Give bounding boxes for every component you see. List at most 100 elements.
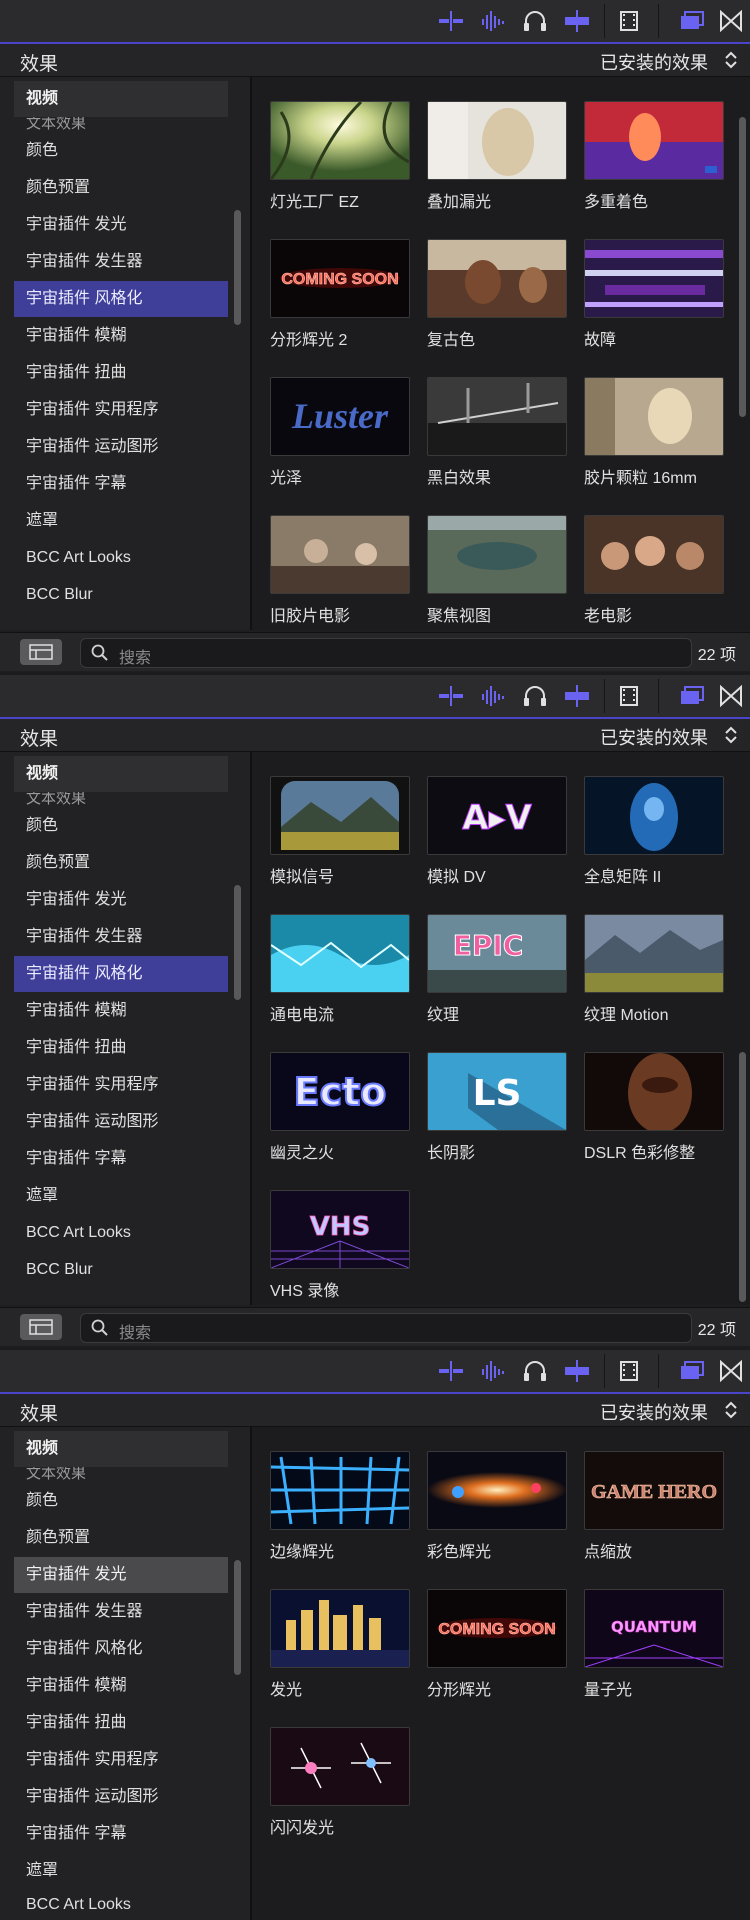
sidebar-item-motion-graphics[interactable]: 宇宙插件 运动图形	[14, 1779, 228, 1815]
effect-tile[interactable]: 彩色辉光	[427, 1451, 567, 1562]
search-input[interactable]: 搜索	[80, 1313, 692, 1343]
sidebar-item-titles[interactable]: 宇宙插件 字幕	[14, 1816, 228, 1852]
sidebar-item-stylize[interactable]: 宇宙插件 风格化	[14, 956, 228, 992]
effect-tile[interactable]: DSLR 色彩修整	[584, 1052, 724, 1163]
sidebar-item-distort[interactable]: 宇宙插件 扭曲	[14, 355, 228, 391]
sidebar-item-motion-graphics[interactable]: 宇宙插件 运动图形	[14, 429, 228, 465]
sidebar-scrollbar[interactable]	[234, 1560, 241, 1675]
sidebar-item-video[interactable]: 视频	[14, 756, 228, 792]
snapping-icon[interactable]	[562, 1359, 592, 1383]
browser-window-icon[interactable]	[676, 9, 706, 33]
sidebar-item-generators[interactable]: 宇宙插件 发生器	[14, 244, 228, 280]
effect-tile[interactable]: 灯光工厂 EZ	[270, 101, 410, 212]
effect-tile[interactable]: COMING SOON 分形辉光 2	[270, 239, 410, 350]
sidebar-item-color-presets[interactable]: 颜色预置	[14, 170, 228, 206]
effect-tile[interactable]: 胶片颗粒 16mm	[584, 377, 724, 488]
headphones-icon[interactable]	[520, 1359, 550, 1383]
sidebar-item-masks[interactable]: 遮罩	[14, 1178, 228, 1214]
video-audio-split-icon[interactable]	[436, 9, 466, 33]
effect-tile[interactable]: 模拟信号	[270, 776, 410, 887]
sidebar-item-generators[interactable]: 宇宙插件 发生器	[14, 919, 228, 955]
effect-tile[interactable]: 通电电流	[270, 914, 410, 1025]
effect-tile[interactable]: EPIC 纹理	[427, 914, 567, 1025]
sidebar-item-color-presets[interactable]: 颜色预置	[14, 1520, 228, 1556]
snapping-icon[interactable]	[562, 684, 592, 708]
sidebar-item-color[interactable]: 颜色	[14, 1483, 228, 1519]
search-input[interactable]: 搜索	[80, 638, 692, 668]
effect-tile[interactable]: Ecto 幽灵之火	[270, 1052, 410, 1163]
effect-tile[interactable]: 边缘辉光	[270, 1451, 410, 1562]
installed-effects-selector[interactable]: 已安装的效果	[600, 49, 708, 75]
effect-tile[interactable]: LS 长阴影	[427, 1052, 567, 1163]
sidebar-item-blur[interactable]: 宇宙插件 模糊	[14, 318, 228, 354]
sidebar-item-utilities[interactable]: 宇宙插件 实用程序	[14, 1067, 228, 1103]
installed-effects-selector[interactable]: 已安装的效果	[600, 1399, 708, 1425]
film-strip-icon[interactable]	[614, 1359, 644, 1383]
content-scrollbar[interactable]	[739, 117, 746, 417]
effect-tile[interactable]: 旧胶片电影	[270, 515, 410, 626]
effect-tile[interactable]: 多重着色	[584, 101, 724, 212]
sidebar-item-bcc-art-looks[interactable]: BCC Art Looks	[14, 540, 228, 576]
sidebar-item-blur[interactable]: 宇宙插件 模糊	[14, 993, 228, 1029]
effect-tile[interactable]: VHS VHS 录像	[270, 1190, 410, 1301]
installed-effects-selector[interactable]: 已安装的效果	[600, 724, 708, 750]
sidebar-item-glow[interactable]: 宇宙插件 发光	[14, 882, 228, 918]
sidebar-item-glow[interactable]: 宇宙插件 发光	[14, 1557, 228, 1593]
film-strip-icon[interactable]	[614, 684, 644, 708]
sidebar-item-bcc-art-looks[interactable]: BCC Art Looks	[14, 1215, 228, 1251]
sidebar-item-titles[interactable]: 宇宙插件 字幕	[14, 466, 228, 502]
effect-tile[interactable]: Luster 光泽	[270, 377, 410, 488]
effect-tile[interactable]: COMING SOON 分形辉光	[427, 1589, 567, 1700]
effect-tile[interactable]: 叠加漏光	[427, 101, 567, 212]
sidebar-item-color[interactable]: 颜色	[14, 808, 228, 844]
browser-window-icon[interactable]	[676, 1359, 706, 1383]
transitions-icon[interactable]	[716, 9, 746, 33]
sidebar-item-video[interactable]: 视频	[14, 1431, 228, 1467]
sidebar-item-utilities[interactable]: 宇宙插件 实用程序	[14, 1742, 228, 1778]
headphones-icon[interactable]	[520, 9, 550, 33]
chevron-updown-icon[interactable]	[724, 1401, 738, 1424]
waveform-icon[interactable]	[478, 9, 508, 33]
effect-tile[interactable]: 聚焦视图	[427, 515, 567, 626]
effect-tile[interactable]: 老电影	[584, 515, 724, 626]
sidebar-item-color-presets[interactable]: 颜色预置	[14, 845, 228, 881]
sidebar-item-text-effects[interactable]: 文本效果	[14, 792, 228, 806]
effect-tile[interactable]: 发光	[270, 1589, 410, 1700]
sidebar-item-bcc-blur[interactable]: BCC Blur	[14, 1252, 228, 1288]
sidebar-scrollbar[interactable]	[234, 885, 241, 1000]
sidebar-item-masks[interactable]: 遮罩	[14, 1853, 228, 1889]
sidebar-scrollbar[interactable]	[234, 210, 241, 325]
layout-toggle-button[interactable]	[20, 639, 62, 665]
sidebar-item-utilities[interactable]: 宇宙插件 实用程序	[14, 392, 228, 428]
video-audio-split-icon[interactable]	[436, 1359, 466, 1383]
sidebar-item-bcc-art-looks[interactable]: BCC Art Looks	[14, 1890, 228, 1920]
effect-tile[interactable]: 纹理 Motion	[584, 914, 724, 1025]
effect-tile[interactable]: 故障	[584, 239, 724, 350]
film-strip-icon[interactable]	[614, 9, 644, 33]
sidebar-item-glow[interactable]: 宇宙插件 发光	[14, 207, 228, 243]
waveform-icon[interactable]	[478, 1359, 508, 1383]
effect-tile[interactable]: 复古色	[427, 239, 567, 350]
effect-tile[interactable]: GAME HERO 点缩放	[584, 1451, 724, 1562]
effect-tile[interactable]: 全息矩阵 II	[584, 776, 724, 887]
sidebar-item-bcc-blur[interactable]: BCC Blur	[14, 577, 228, 613]
headphones-icon[interactable]	[520, 684, 550, 708]
video-audio-split-icon[interactable]	[436, 684, 466, 708]
content-scrollbar[interactable]	[739, 1052, 746, 1302]
sidebar-item-stylize[interactable]: 宇宙插件 风格化	[14, 1631, 228, 1667]
effect-tile[interactable]: 闪闪发光	[270, 1727, 410, 1838]
layout-toggle-button[interactable]	[20, 1314, 62, 1340]
transitions-icon[interactable]	[716, 1359, 746, 1383]
transitions-icon[interactable]	[716, 684, 746, 708]
sidebar-item-text-effects[interactable]: 文本效果	[14, 117, 228, 131]
sidebar-item-distort[interactable]: 宇宙插件 扭曲	[14, 1030, 228, 1066]
sidebar-item-stylize[interactable]: 宇宙插件 风格化	[14, 281, 228, 317]
effect-tile[interactable]: QUANTUM 量子光	[584, 1589, 724, 1700]
sidebar-item-blur[interactable]: 宇宙插件 模糊	[14, 1668, 228, 1704]
sidebar-item-video[interactable]: 视频	[14, 81, 228, 117]
sidebar-item-generators[interactable]: 宇宙插件 发生器	[14, 1594, 228, 1630]
effect-tile[interactable]: 黑白效果	[427, 377, 567, 488]
sidebar-item-color[interactable]: 颜色	[14, 133, 228, 169]
waveform-icon[interactable]	[478, 684, 508, 708]
chevron-updown-icon[interactable]	[724, 51, 738, 74]
